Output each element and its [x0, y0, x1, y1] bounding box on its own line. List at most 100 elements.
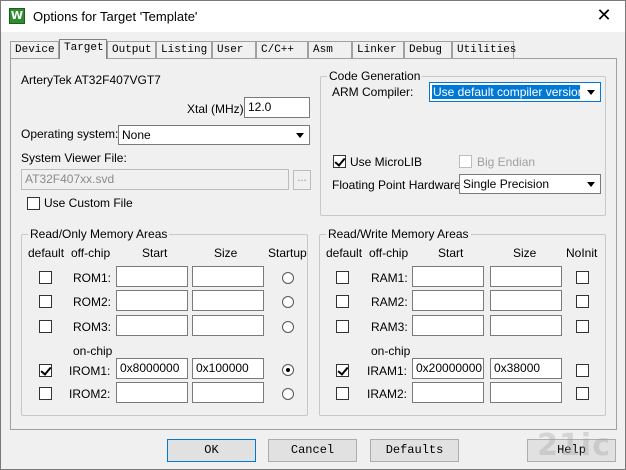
irom2-startup-radio[interactable] — [282, 388, 294, 400]
rom1-default-checkbox[interactable] — [39, 271, 52, 284]
iram2-size-input[interactable] — [490, 382, 562, 403]
rom3-start-input[interactable] — [116, 315, 188, 336]
iram2-label: IRAM2: — [367, 387, 407, 401]
ram-header-start: Start — [438, 246, 463, 260]
rom-header-size: Size — [214, 246, 237, 260]
ram-areas-group: Read/Write Memory Areas default off-chip… — [319, 234, 606, 416]
rom3-startup-radio[interactable] — [282, 321, 294, 333]
rom2-start-input[interactable] — [116, 290, 188, 311]
arm-compiler-value: Use default compiler version 5 — [432, 85, 580, 99]
rom-areas-title: Read/Only Memory Areas — [28, 227, 169, 241]
iram2-noinit-checkbox[interactable] — [576, 387, 589, 400]
big-endian-checkbox[interactable] — [459, 155, 472, 168]
big-endian-label: Big Endian — [477, 155, 535, 169]
ram3-size-input[interactable] — [490, 315, 562, 336]
ram1-label: RAM1: — [371, 271, 408, 285]
ram-header-default: default — [326, 246, 362, 260]
svd-input[interactable]: AT32F407xx.svd — [21, 169, 289, 190]
irom1-start-input[interactable]: 0x8000000 — [116, 358, 188, 379]
iram1-noinit-checkbox[interactable] — [576, 364, 589, 377]
close-icon[interactable]: ✕ — [593, 5, 615, 27]
fpu-select[interactable]: Single Precision — [459, 174, 601, 194]
rom1-startup-radio[interactable] — [282, 272, 294, 284]
svd-browse-button[interactable]: ... — [293, 170, 311, 190]
xtal-label: Xtal (MHz): — [187, 102, 247, 116]
ram3-noinit-checkbox[interactable] — [576, 320, 589, 333]
rom1-start-input[interactable] — [116, 266, 188, 287]
chevron-down-icon — [583, 84, 599, 100]
ram2-size-input[interactable] — [490, 290, 562, 311]
rom2-default-checkbox[interactable] — [39, 295, 52, 308]
use-custom-file-checkbox[interactable] — [27, 197, 40, 210]
arm-compiler-select[interactable]: Use default compiler version 5 — [429, 82, 601, 102]
iram1-default-checkbox[interactable] — [336, 364, 349, 377]
tab-c-cpp[interactable]: C/C++ — [256, 41, 308, 58]
rom-header-startup: Startup — [268, 246, 307, 260]
tab-target[interactable]: Target — [59, 39, 107, 59]
tab-linker[interactable]: Linker — [352, 41, 404, 58]
tab-device[interactable]: Device — [10, 41, 59, 58]
irom2-start-input[interactable] — [116, 382, 188, 403]
rom2-label: ROM2: — [73, 295, 111, 309]
tab-listing[interactable]: Listing — [156, 41, 212, 58]
code-generation-group: Code Generation ARM Compiler: Use defaul… — [320, 76, 606, 216]
irom1-label: IROM1: — [69, 364, 110, 378]
iram2-start-input[interactable] — [412, 382, 484, 403]
ram-areas-title: Read/Write Memory Areas — [326, 227, 471, 241]
fpu-value: Single Precision — [463, 177, 549, 191]
keil-app-icon: W — [9, 8, 25, 24]
ram1-size-input[interactable] — [490, 266, 562, 287]
use-microlib-label: Use MicroLIB — [350, 155, 422, 169]
rom3-size-input[interactable] — [192, 315, 264, 336]
rom-header-start: Start — [142, 246, 167, 260]
ram-header-noinit: NoInit — [566, 246, 597, 260]
target-tab-panel: ArteryTek AT32F407VGT7 Xtal (MHz): 12.0 … — [10, 58, 617, 430]
device-name: ArteryTek AT32F407VGT7 — [21, 73, 161, 87]
ram3-default-checkbox[interactable] — [336, 320, 349, 333]
code-generation-title: Code Generation — [327, 69, 422, 83]
defaults-button[interactable]: Defaults — [370, 439, 459, 462]
ram1-noinit-checkbox[interactable] — [576, 271, 589, 284]
rom-header-offchip: off-chip — [71, 246, 110, 260]
svd-label: System Viewer File: — [21, 151, 127, 165]
ram2-default-checkbox[interactable] — [336, 295, 349, 308]
tab-asm[interactable]: Asm — [308, 41, 352, 58]
rom2-startup-radio[interactable] — [282, 296, 294, 308]
xtal-input[interactable]: 12.0 — [244, 97, 310, 118]
tab-user[interactable]: User — [212, 41, 256, 58]
ram2-noinit-checkbox[interactable] — [576, 295, 589, 308]
ram1-start-input[interactable] — [412, 266, 484, 287]
tab-utilities[interactable]: Utilities — [452, 41, 514, 58]
use-microlib-checkbox[interactable] — [333, 155, 346, 168]
tab-debug[interactable]: Debug — [404, 41, 452, 58]
ram2-start-input[interactable] — [412, 290, 484, 311]
irom2-label: IROM2: — [69, 387, 110, 401]
rom-onchip-label: on-chip — [73, 344, 112, 358]
use-custom-file-label: Use Custom File — [44, 196, 133, 210]
rom3-default-checkbox[interactable] — [39, 320, 52, 333]
iram1-start-input[interactable]: 0x20000000 — [412, 358, 484, 379]
irom1-size-input[interactable]: 0x100000 — [192, 358, 264, 379]
tab-output[interactable]: Output — [107, 41, 156, 58]
irom2-size-input[interactable] — [192, 382, 264, 403]
irom1-default-checkbox[interactable] — [39, 364, 52, 377]
ram1-default-checkbox[interactable] — [336, 271, 349, 284]
rom1-size-input[interactable] — [192, 266, 264, 287]
irom2-default-checkbox[interactable] — [39, 387, 52, 400]
irom1-startup-radio[interactable] — [282, 364, 294, 376]
title-bar: W Options for Target 'Template' ✕ — [1, 1, 625, 32]
rom3-label: ROM3: — [73, 320, 111, 334]
os-select[interactable]: None — [118, 125, 310, 145]
iram2-default-checkbox[interactable] — [336, 387, 349, 400]
os-label: Operating system: — [21, 127, 118, 141]
rom2-size-input[interactable] — [192, 290, 264, 311]
chevron-down-icon — [583, 176, 599, 192]
rom-header-default: default — [28, 246, 64, 260]
cancel-button[interactable]: Cancel — [268, 439, 357, 462]
ok-button[interactable]: OK — [167, 439, 256, 462]
iram1-size-input[interactable]: 0x38000 — [490, 358, 562, 379]
ram2-label: RAM2: — [371, 295, 408, 309]
iram1-label: IRAM1: — [367, 364, 407, 378]
ram3-start-input[interactable] — [412, 315, 484, 336]
options-dialog: W Options for Target 'Template' ✕ Device… — [0, 0, 626, 470]
